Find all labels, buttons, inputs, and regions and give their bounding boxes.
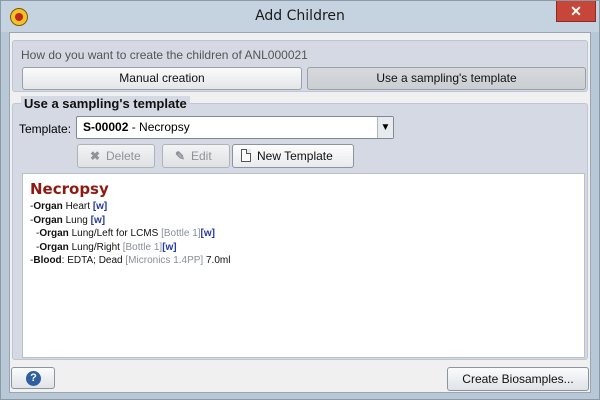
preview-line: -Organ Lung/Right [Bottle 1][w]: [30, 241, 577, 255]
add-children-dialog: Add Children ✕ How do you want to create…: [0, 0, 600, 400]
creation-mode-panel: How do you want to create the children o…: [12, 40, 588, 92]
dropdown-arrow-icon[interactable]: ▼: [377, 117, 393, 138]
preview-lines: -Organ Heart [w] -Organ Lung [w] -Organ Lu…: [30, 200, 577, 268]
new-template-button[interactable]: New Template: [232, 144, 354, 168]
preview-line-text: Lung/Left for LCMS: [68, 228, 162, 239]
close-button[interactable]: ✕: [556, 1, 596, 22]
preview-line-text: Lung: [62, 214, 91, 226]
preview-title: Necropsy: [30, 180, 109, 198]
pencil-icon: ✎: [174, 149, 186, 163]
preview-line: -Organ Lung [w]: [30, 214, 577, 228]
help-icon: ?: [26, 371, 41, 386]
edit-label: Edit: [191, 149, 212, 163]
group-title: Use a sampling's template: [21, 96, 190, 111]
delete-label: Delete: [106, 149, 141, 163]
template-preview: Necropsy -Organ Heart [w] -Organ Lung [w]…: [22, 173, 585, 358]
template-name: - Necropsy: [128, 120, 190, 134]
creation-question: How do you want to create the children o…: [21, 48, 308, 62]
new-template-label: New Template: [257, 149, 333, 163]
sampling-template-button[interactable]: Use a sampling's template: [307, 67, 586, 90]
dialog-content: How do you want to create the children o…: [9, 32, 591, 393]
delete-button[interactable]: ✖ Delete: [77, 144, 155, 168]
preview-line-link[interactable]: [w]: [93, 201, 107, 212]
preview-line-kind: Organ: [39, 241, 69, 253]
preview-line-kind: Organ: [33, 201, 63, 212]
preview-line-kind: Blood: [33, 255, 62, 266]
preview-line-container: [Micronics 1.4PP]: [125, 255, 204, 266]
template-select[interactable]: S-00002 - Necropsy ▼: [76, 116, 394, 139]
preview-line: -Organ Lung/Left for LCMS [Bottle 1][w]: [30, 227, 577, 241]
preview-line-text: Heart: [62, 201, 93, 212]
preview-line: -Blood: EDTA; Dead [Micronics 1.4PP] 7.0…: [30, 254, 577, 268]
preview-line: -Organ Heart [w]: [30, 200, 577, 214]
preview-line-kind: Organ: [33, 214, 63, 226]
preview-line-text: : EDTA; Dead: [61, 255, 126, 266]
create-biosamples-button[interactable]: Create Biosamples...: [447, 367, 589, 391]
template-group: Use a sampling's template Template: S-00…: [12, 96, 588, 360]
document-icon: [241, 149, 251, 162]
x-icon: ✖: [89, 149, 101, 163]
preview-line-link[interactable]: [w]: [162, 242, 176, 253]
preview-line-container: [Bottle 1]: [161, 228, 201, 239]
template-id: S-00002: [83, 120, 129, 134]
preview-line-suffix: 7.0ml: [203, 255, 231, 266]
title-bar: Add Children ✕: [1, 1, 599, 32]
manual-creation-button[interactable]: Manual creation: [22, 67, 302, 90]
preview-line-link[interactable]: [w]: [91, 215, 105, 226]
preview-line-container: [Bottle 1]: [122, 241, 163, 253]
window-title: Add Children: [255, 8, 345, 24]
help-button[interactable]: ?: [11, 367, 55, 389]
preview-line-kind: Organ: [39, 228, 69, 239]
template-label: Template:: [19, 122, 72, 136]
edit-button[interactable]: ✎ Edit: [162, 144, 230, 168]
preview-line-link[interactable]: [w]: [201, 228, 215, 239]
preview-line-text: Lung/Right: [68, 241, 123, 253]
